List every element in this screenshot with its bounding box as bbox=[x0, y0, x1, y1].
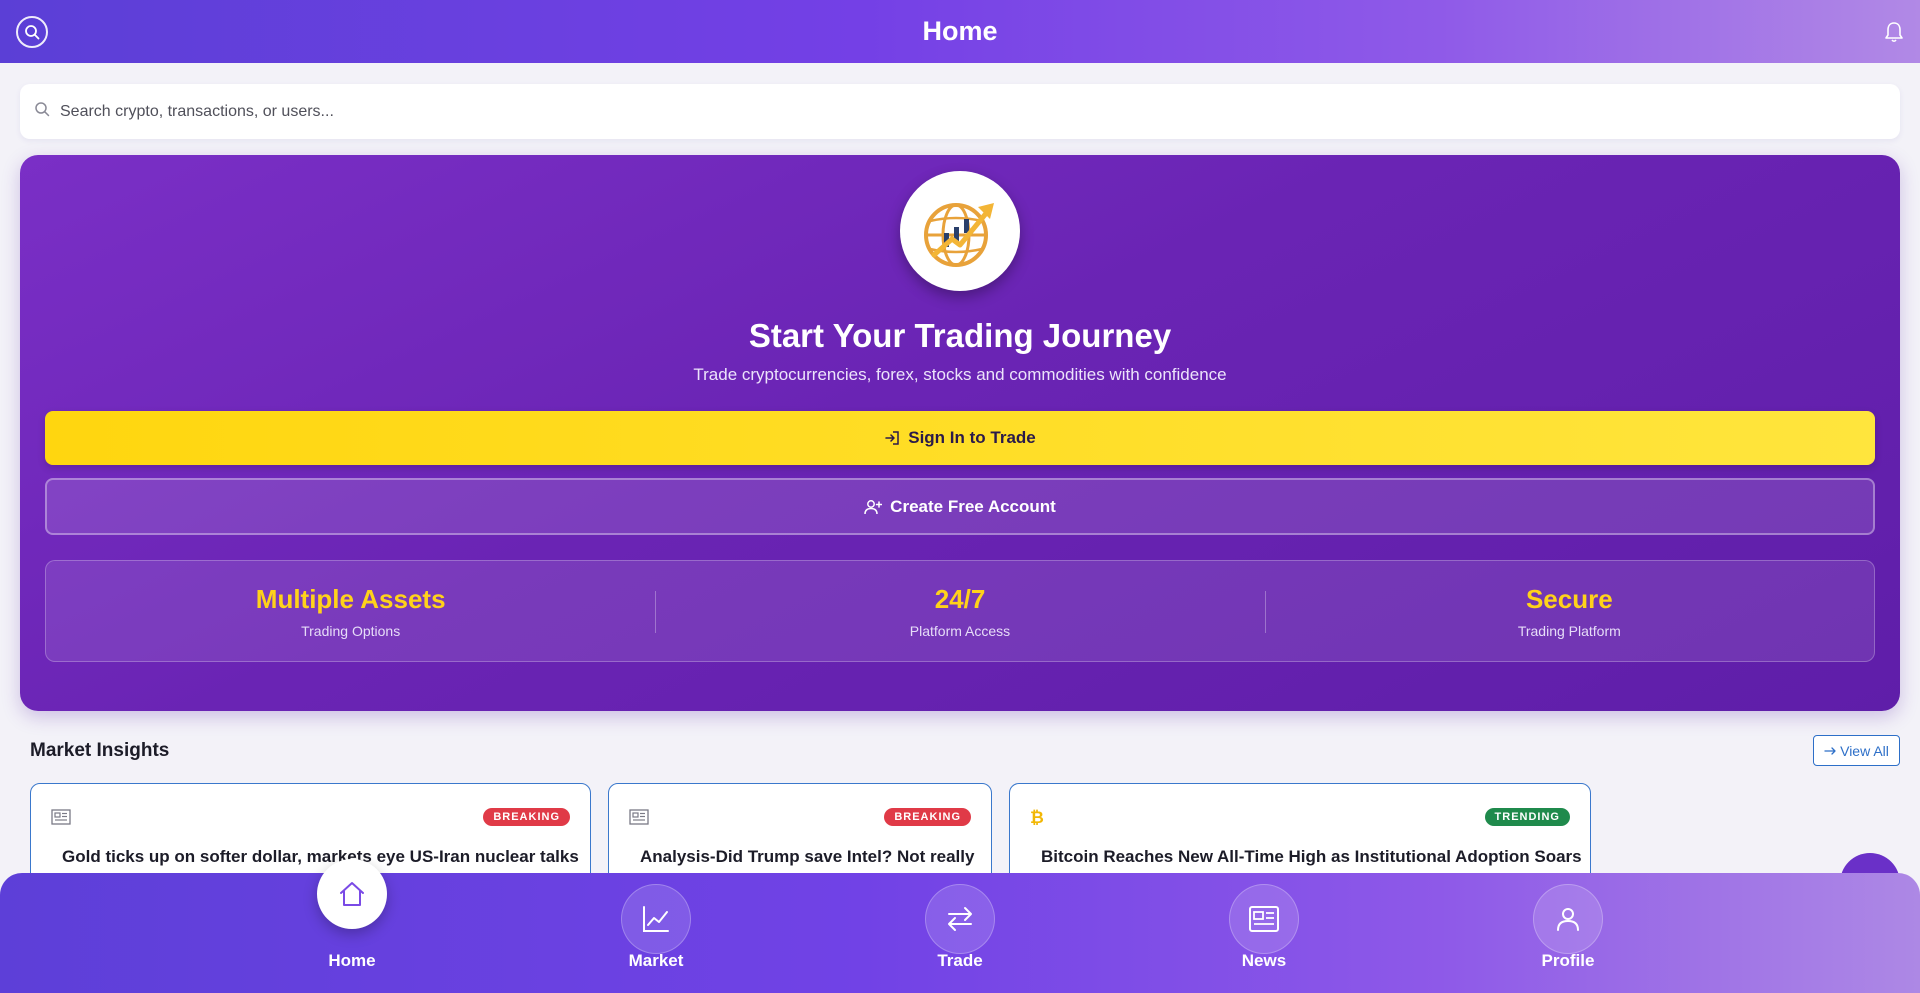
create-account-button[interactable]: Create Free Account bbox=[45, 478, 1875, 535]
news-card[interactable]: ₿ TRENDING Bitcoin Reaches New All-Time … bbox=[1009, 783, 1591, 883]
news-card[interactable]: BREAKING Analysis-Did Trump save Intel? … bbox=[608, 783, 992, 883]
stat-label: Platform Access bbox=[909, 622, 1011, 639]
stat-access: 24/7 Platform Access bbox=[655, 561, 1264, 661]
nav-item-profile[interactable]: Profile bbox=[1493, 873, 1643, 993]
chart-line-icon bbox=[621, 884, 691, 954]
nav-item-news[interactable]: News bbox=[1189, 873, 1339, 993]
news-card[interactable]: BREAKING Gold ticks up on softer dollar,… bbox=[30, 783, 591, 883]
stat-assets: Multiple Assets Trading Options bbox=[46, 561, 655, 661]
news-title: Analysis-Did Trump save Intel? Not reall… bbox=[640, 847, 975, 866]
stat-value: Multiple Assets bbox=[255, 583, 446, 614]
view-all-label: View All bbox=[1840, 742, 1889, 759]
user-icon bbox=[1533, 884, 1603, 954]
bell-icon[interactable] bbox=[1880, 18, 1908, 46]
news-title: Bitcoin Reaches New All-Time High as Ins… bbox=[1041, 847, 1582, 866]
bottom-nav: Home Market Trade News Profile bbox=[0, 859, 1920, 993]
view-all-button[interactable]: View All bbox=[1813, 735, 1900, 766]
nav-label: News bbox=[1241, 951, 1287, 970]
nav-label: Profile bbox=[1541, 951, 1595, 970]
sign-in-label: Sign In to Trade bbox=[908, 428, 1036, 447]
newspaper-icon bbox=[51, 808, 71, 831]
stat-label: Trading Options bbox=[301, 622, 401, 639]
hero-title: Start Your Trading Journey bbox=[748, 317, 1172, 354]
sign-in-button[interactable]: Sign In to Trade bbox=[45, 411, 1875, 465]
arrow-right-icon bbox=[1824, 746, 1837, 756]
user-plus-icon bbox=[864, 499, 883, 515]
search-icon bbox=[34, 101, 50, 122]
bitcoin-icon: ₿ bbox=[1030, 808, 1044, 828]
nav-label: Home bbox=[328, 951, 376, 970]
page-title: Home bbox=[922, 16, 998, 46]
hero-subtitle: Trade cryptocurrencies, forex, stocks an… bbox=[693, 365, 1227, 384]
newspaper-icon bbox=[629, 808, 649, 831]
home-icon bbox=[317, 859, 387, 929]
breaking-badge: BREAKING bbox=[483, 808, 570, 826]
search-bar bbox=[20, 84, 1900, 139]
stat-secure: Secure Trading Platform bbox=[1264, 561, 1874, 661]
news-title: Gold ticks up on softer dollar, markets … bbox=[62, 847, 579, 866]
search-input[interactable] bbox=[60, 102, 1900, 121]
nav-label: Market bbox=[628, 951, 684, 970]
stat-value: 24/7 bbox=[934, 583, 986, 614]
sign-in-icon bbox=[884, 430, 900, 446]
exchange-arrows-icon bbox=[925, 884, 995, 954]
trending-badge: TRENDING bbox=[1484, 808, 1570, 826]
newspaper-icon bbox=[1229, 884, 1299, 954]
nav-item-market[interactable]: Market bbox=[581, 873, 731, 993]
stat-value: Secure bbox=[1525, 583, 1613, 614]
nav-item-trade[interactable]: Trade bbox=[885, 873, 1035, 993]
top-header: Home bbox=[0, 0, 1920, 63]
hero-card: Start Your Trading Journey Trade cryptoc… bbox=[20, 155, 1900, 711]
section-title-market-insights: Market Insights bbox=[30, 740, 170, 761]
stat-label: Trading Platform bbox=[1517, 622, 1621, 639]
create-account-label: Create Free Account bbox=[890, 496, 1056, 516]
nav-label: Trade bbox=[937, 951, 983, 970]
nav-item-home[interactable]: Home bbox=[277, 859, 427, 993]
search-icon[interactable] bbox=[16, 16, 48, 48]
breaking-badge: BREAKING bbox=[884, 808, 971, 826]
feature-stats: Multiple Assets Trading Options 24/7 Pla… bbox=[45, 560, 1875, 662]
trading-globe-logo bbox=[900, 171, 1020, 291]
